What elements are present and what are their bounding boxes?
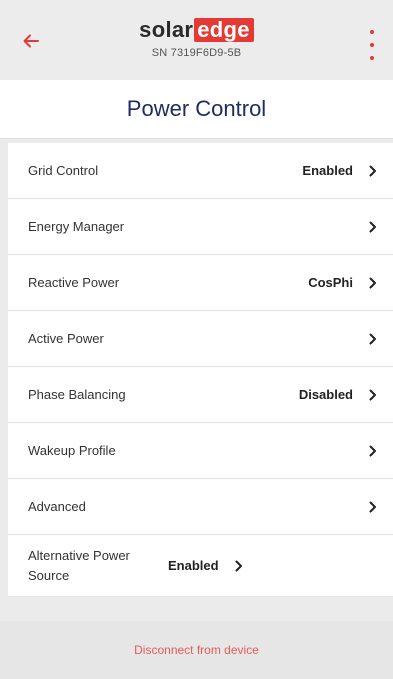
list-item-active-power[interactable]: Active Power — [8, 311, 393, 367]
chevron-right-icon — [367, 164, 379, 178]
title-bar: Power Control — [0, 80, 393, 139]
item-label: Energy Manager — [28, 218, 125, 234]
more-vertical-icon-dot — [370, 43, 374, 47]
item-label: Active Power — [28, 330, 104, 346]
item-label: Advanced — [28, 498, 86, 514]
item-label: Reactive Power — [28, 274, 120, 290]
footer-bar: Disconnect from device — [0, 621, 393, 679]
list-item-wakeup-profile[interactable]: Wakeup Profile — [8, 423, 393, 479]
app-header: solar edge SN 7319F6D9-5B — [0, 0, 393, 80]
item-value: Enabled — [302, 163, 353, 178]
serial-number: SN 7319F6D9-5B — [151, 47, 242, 59]
overflow-menu-button[interactable] — [365, 30, 379, 60]
list-item-energy-manager[interactable]: Energy Manager — [8, 199, 393, 255]
settings-list: Grid Control Enabled Energy Manager Reac… — [8, 143, 393, 597]
brand-block: solar edge SN 7319F6D9-5B — [0, 18, 393, 59]
logo-text-edge: edge — [194, 18, 254, 42]
item-label: Grid Control — [28, 162, 99, 178]
chevron-right-icon — [367, 388, 379, 402]
chevron-right-icon — [367, 276, 379, 290]
disconnect-button[interactable]: Disconnect from device — [134, 643, 259, 657]
chevron-right-icon — [367, 220, 379, 234]
list-item-advanced[interactable]: Advanced — [8, 479, 393, 535]
chevron-right-icon — [233, 559, 245, 573]
list-item-alternative-power-source[interactable]: Alternative Power Source Enabled — [8, 535, 393, 597]
logo-text-solar: solar — [139, 17, 194, 42]
item-label: Alternative Power Source — [28, 547, 130, 583]
more-vertical-icon-dot — [370, 30, 374, 34]
list-item-reactive-power[interactable]: Reactive Power CosPhi — [8, 255, 393, 311]
solaredge-logo: solar edge — [139, 18, 254, 42]
list-item-grid-control[interactable]: Grid Control Enabled — [8, 143, 393, 199]
chevron-right-icon — [367, 332, 379, 346]
item-label: Wakeup Profile — [28, 442, 116, 458]
page-title: Power Control — [126, 96, 267, 121]
item-value: Enabled — [168, 558, 219, 573]
item-label: Phase Balancing — [28, 386, 126, 402]
item-value: Disabled — [298, 387, 353, 402]
more-vertical-icon-dot — [370, 56, 374, 60]
item-value: CosPhi — [308, 275, 353, 290]
chevron-right-icon — [367, 500, 379, 514]
list-item-phase-balancing[interactable]: Phase Balancing Disabled — [8, 367, 393, 423]
chevron-right-icon — [367, 444, 379, 458]
